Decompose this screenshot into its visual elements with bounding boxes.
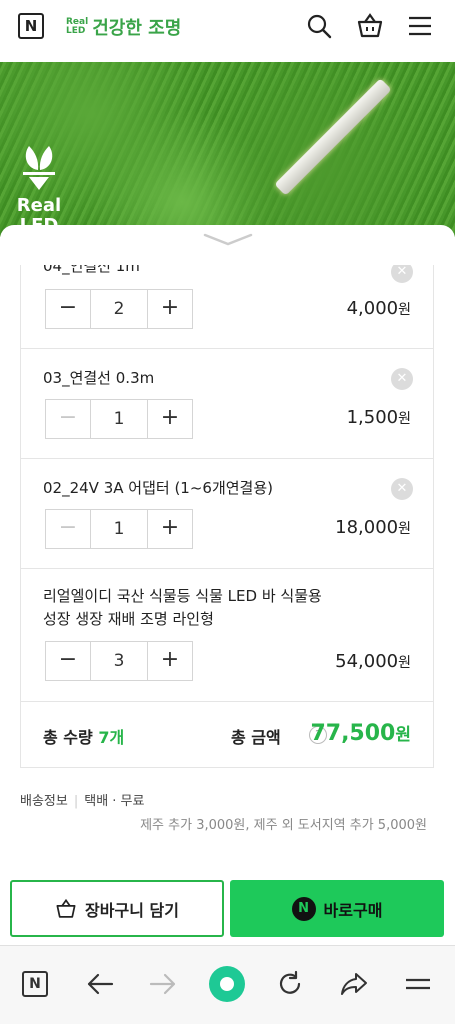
brand-logo[interactable]: Real LED 건강한 조명 — [66, 14, 181, 40]
arrow-left-icon — [87, 973, 114, 995]
menu-button[interactable] — [398, 964, 438, 1004]
decrease-button[interactable]: − — [46, 642, 90, 680]
item-price: 18,000원 — [335, 517, 411, 538]
shopping-bag-icon[interactable] — [356, 12, 384, 40]
hero-logo: Real LED — [16, 142, 62, 236]
shipping-method: 택배 · 무료 — [84, 794, 145, 809]
menu-icon — [406, 978, 430, 990]
shipping-label: 배송정보 — [20, 794, 68, 809]
quantity-stepper: − 2 + — [45, 289, 193, 329]
item-name: 04_연결선 1m — [43, 265, 140, 275]
refresh-button[interactable] — [270, 964, 310, 1004]
naver-home-icon[interactable]: N — [18, 13, 44, 39]
add-to-cart-button[interactable]: 장바구니 담기 — [10, 880, 224, 937]
forward-button[interactable] — [143, 964, 183, 1004]
item-price: 54,000원 — [335, 651, 411, 672]
arrow-right-icon — [149, 973, 176, 995]
item-name: 03_연결선 0.3m — [43, 369, 155, 387]
total-amount: 77,500원 — [310, 721, 411, 746]
item-name: 리얼엘이디 국산 식물등 식물 LED 바 식물용 성장 생장 재배 조명 라인… — [43, 587, 322, 628]
leaf-logo-icon — [23, 146, 55, 190]
increase-button[interactable]: + — [148, 642, 192, 680]
remove-item-icon[interactable]: ✕ — [391, 478, 413, 500]
share-button[interactable] — [334, 964, 374, 1004]
shipping-info: 배송정보 | 택배 · 무료 — [20, 794, 145, 809]
quantity-value[interactable]: 2 — [90, 290, 148, 328]
naver-home-button[interactable]: N — [15, 964, 55, 1004]
quantity-stepper: − 1 + — [45, 509, 193, 549]
list-item: 리얼엘이디 국산 식물등 식물 LED 바 식물용 성장 생장 재배 조명 라인… — [21, 568, 433, 701]
decrease-button[interactable]: − — [46, 510, 90, 548]
brand-title: 건강한 조명 — [92, 18, 182, 39]
total-quantity: 총 수량 7개 — [43, 728, 125, 747]
item-price: 4,000원 — [346, 298, 411, 319]
shipping-note: 제주 추가 3,000원, 제주 외 도서지역 추가 5,000원 — [140, 818, 427, 833]
remove-item-icon[interactable]: ✕ — [391, 265, 413, 283]
increase-button[interactable]: + — [148, 400, 192, 438]
green-dot-button[interactable] — [207, 964, 247, 1004]
green-dot-icon — [209, 966, 245, 1002]
list-item: 03_연결선 0.3m ✕ − 1 + 1,500원 — [21, 348, 433, 458]
add-to-cart-label: 장바구니 담기 — [85, 900, 179, 920]
hero-banner: Real LED — [0, 62, 455, 237]
quantity-stepper: − 1 + — [45, 399, 193, 439]
increase-button[interactable]: + — [148, 290, 192, 328]
order-sheet: 04_연결선 1m ✕ − 2 + 4,000원 03_연결선 0.3m ✕ −… — [0, 225, 455, 1025]
decrease-button[interactable]: − — [46, 290, 90, 328]
item-price: 1,500원 — [346, 407, 411, 428]
browser-toolbar: N — [0, 945, 455, 1024]
quantity-value[interactable]: 1 — [90, 510, 148, 548]
decrease-button[interactable]: − — [46, 400, 90, 438]
increase-button[interactable]: + — [148, 510, 192, 548]
back-button[interactable] — [80, 964, 120, 1004]
shopping-bag-icon — [56, 898, 76, 918]
quantity-stepper: − 3 + — [45, 641, 193, 681]
order-total: 총 수량 7개 총 금액 ? 77,500원 — [21, 701, 433, 767]
buy-now-button[interactable]: N 바로구매 — [230, 880, 444, 937]
naver-pay-icon: N — [291, 896, 316, 921]
quantity-value[interactable]: 1 — [90, 400, 148, 438]
remove-item-icon[interactable]: ✕ — [391, 368, 413, 390]
brand-mark: Real LED — [66, 17, 89, 36]
search-icon[interactable] — [305, 12, 333, 40]
list-item: 04_연결선 1m ✕ − 2 + 4,000원 — [21, 265, 433, 348]
share-icon — [341, 973, 367, 995]
led-tube-image — [274, 78, 392, 196]
list-item: 02_24V 3A 어댑터 (1~6개연결용) ✕ − 1 + 18,000원 — [21, 458, 433, 568]
quantity-value[interactable]: 3 — [90, 642, 148, 680]
cart-items: 04_연결선 1m ✕ − 2 + 4,000원 03_연결선 0.3m ✕ −… — [20, 265, 434, 768]
chevron-down-icon[interactable] — [203, 231, 253, 247]
buy-now-label: 바로구매 — [323, 900, 383, 920]
menu-icon[interactable] — [406, 12, 434, 40]
naver-icon: N — [22, 971, 48, 997]
refresh-icon — [279, 970, 301, 994]
top-bar: N Real LED 건강한 조명 — [0, 0, 455, 62]
total-amount-label: 총 금액 — [231, 728, 281, 747]
item-name: 02_24V 3A 어댑터 (1~6개연결용) — [43, 479, 274, 497]
